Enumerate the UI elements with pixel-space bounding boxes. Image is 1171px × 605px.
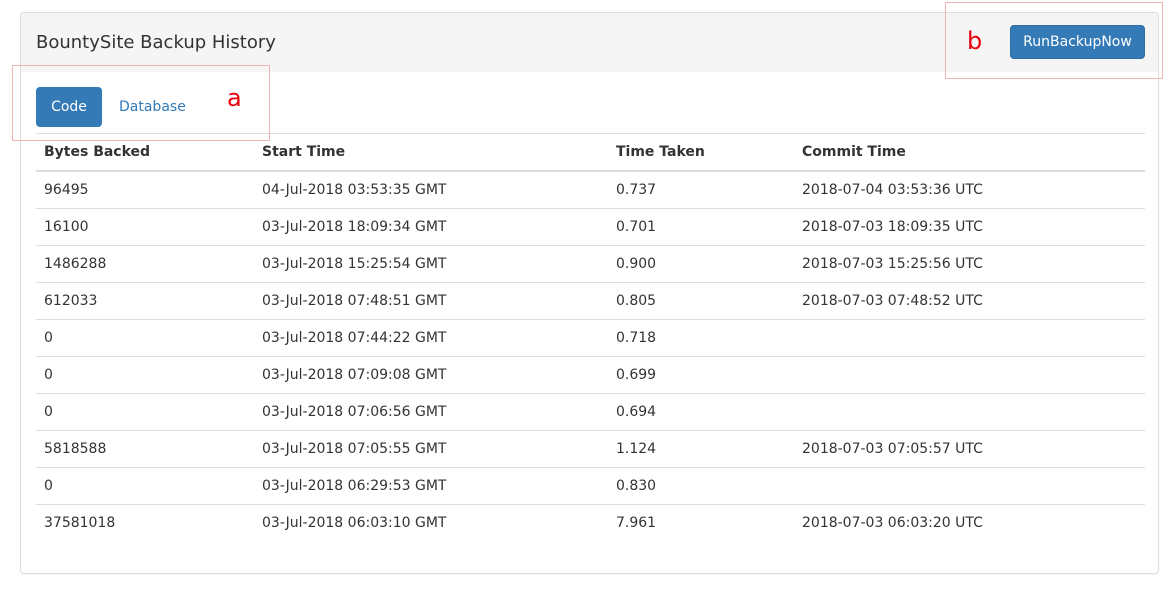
cell-commit-time: 2018-07-03 18:09:35 UTC <box>794 208 1145 246</box>
cell-time-taken: 0.805 <box>608 282 794 320</box>
cell-bytes-backed: 96495 <box>36 170 254 209</box>
cell-commit-time: 2018-07-03 15:25:56 UTC <box>794 245 1145 283</box>
cell-bytes-backed: 0 <box>36 356 254 394</box>
cell-commit-time: 2018-07-04 03:53:36 UTC <box>794 170 1145 209</box>
cell-commit-time <box>794 319 1145 357</box>
cell-commit-time: 2018-07-03 07:48:52 UTC <box>794 282 1145 320</box>
cell-time-taken: 0.694 <box>608 393 794 431</box>
cell-start-time: 03-Jul-2018 07:44:22 GMT <box>254 319 608 357</box>
cell-start-time: 03-Jul-2018 07:06:56 GMT <box>254 393 608 431</box>
table-row: 612033 03-Jul-2018 07:48:51 GMT 0.805 20… <box>36 282 1145 320</box>
annotation-label-a: a <box>227 84 242 112</box>
cell-time-taken: 1.124 <box>608 430 794 468</box>
cell-time-taken: 0.737 <box>608 170 794 209</box>
cell-start-time: 03-Jul-2018 15:25:54 GMT <box>254 245 608 283</box>
cell-commit-time <box>794 356 1145 394</box>
header-time-taken: Time Taken <box>608 133 794 172</box>
cell-time-taken: 0.830 <box>608 467 794 505</box>
backup-history-table: Bytes Backed Start Time Time Taken Commi… <box>36 133 1145 541</box>
page-title: BountySite Backup History <box>36 32 276 53</box>
cell-time-taken: 0.900 <box>608 245 794 283</box>
table-row: 96495 04-Jul-2018 03:53:35 GMT 0.737 201… <box>36 170 1145 209</box>
annotation-label-b: b <box>967 27 983 55</box>
cell-time-taken: 0.718 <box>608 319 794 357</box>
cell-bytes-backed: 16100 <box>36 208 254 246</box>
cell-time-taken: 0.701 <box>608 208 794 246</box>
cell-start-time: 03-Jul-2018 18:09:34 GMT <box>254 208 608 246</box>
cell-bytes-backed: 37581018 <box>36 504 254 541</box>
cell-bytes-backed: 0 <box>36 393 254 431</box>
table-row: 0 03-Jul-2018 07:06:56 GMT 0.694 <box>36 393 1145 431</box>
table-row: 37581018 03-Jul-2018 06:03:10 GMT 7.961 … <box>36 504 1145 541</box>
cell-bytes-backed: 5818588 <box>36 430 254 468</box>
cell-bytes-backed: 0 <box>36 467 254 505</box>
cell-start-time: 03-Jul-2018 06:29:53 GMT <box>254 467 608 505</box>
table-row: 0 03-Jul-2018 07:09:08 GMT 0.699 <box>36 356 1145 394</box>
cell-start-time: 04-Jul-2018 03:53:35 GMT <box>254 170 608 209</box>
header-start-time: Start Time <box>254 133 608 172</box>
cell-time-taken: 7.961 <box>608 504 794 541</box>
table-row: 0 03-Jul-2018 07:44:22 GMT 0.718 <box>36 319 1145 357</box>
cell-bytes-backed: 612033 <box>36 282 254 320</box>
cell-commit-time: 2018-07-03 07:05:57 UTC <box>794 430 1145 468</box>
table-row: 5818588 03-Jul-2018 07:05:55 GMT 1.124 2… <box>36 430 1145 468</box>
table-row: 1486288 03-Jul-2018 15:25:54 GMT 0.900 2… <box>36 245 1145 283</box>
cell-bytes-backed: 1486288 <box>36 245 254 283</box>
cell-start-time: 03-Jul-2018 07:05:55 GMT <box>254 430 608 468</box>
cell-bytes-backed: 0 <box>36 319 254 357</box>
table-row: 16100 03-Jul-2018 18:09:34 GMT 0.701 201… <box>36 208 1145 246</box>
cell-commit-time: 2018-07-03 06:03:20 UTC <box>794 504 1145 541</box>
cell-commit-time <box>794 467 1145 505</box>
cell-start-time: 03-Jul-2018 07:09:08 GMT <box>254 356 608 394</box>
cell-start-time: 03-Jul-2018 07:48:51 GMT <box>254 282 608 320</box>
header-commit-time: Commit Time <box>794 133 1145 172</box>
cell-start-time: 03-Jul-2018 06:03:10 GMT <box>254 504 608 541</box>
cell-time-taken: 0.699 <box>608 356 794 394</box>
cell-commit-time <box>794 393 1145 431</box>
table-row: 0 03-Jul-2018 06:29:53 GMT 0.830 <box>36 467 1145 505</box>
